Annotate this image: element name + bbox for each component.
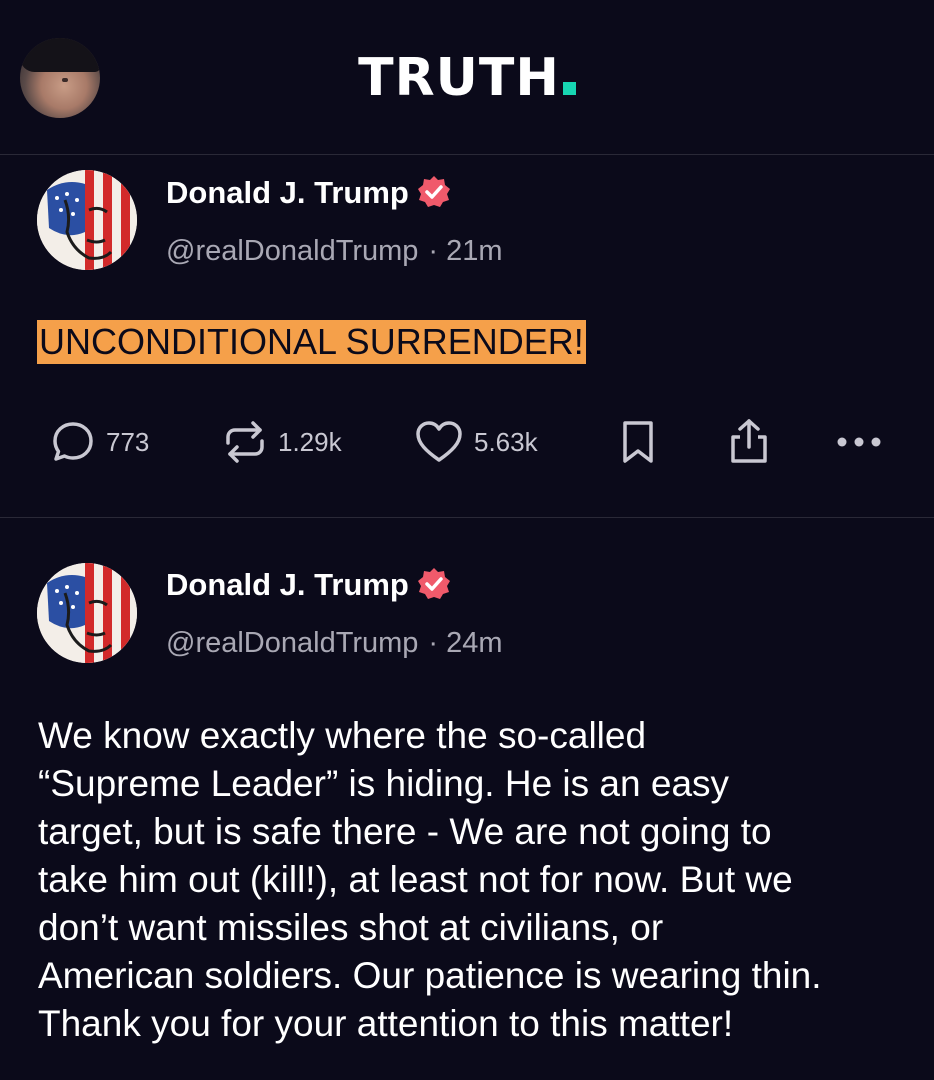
post-meta: @realDonaldTrump · 21m xyxy=(166,234,503,268)
retruth-icon xyxy=(226,421,264,463)
share-icon xyxy=(731,419,767,463)
author-name-text: Donald J. Trump xyxy=(166,567,409,602)
verified-badge-icon xyxy=(417,567,450,599)
author-handle[interactable]: @realDonaldTrump xyxy=(166,235,418,267)
truth-logo[interactable]: TRUTH xyxy=(0,48,934,108)
author-name-text: Donald J. Trump xyxy=(166,175,409,210)
flag-portrait-icon xyxy=(37,563,137,663)
post-time[interactable]: 24m xyxy=(446,627,502,659)
share-button[interactable] xyxy=(724,417,774,467)
post-body: We know exactly where the so-called “Sup… xyxy=(38,712,908,1048)
reply-count: 773 xyxy=(106,427,150,457)
reply-icon xyxy=(53,422,93,461)
author-avatar[interactable] xyxy=(37,563,137,663)
bookmark-button[interactable] xyxy=(618,417,658,467)
top-header: TRUTH xyxy=(0,0,934,155)
more-icon xyxy=(837,437,881,447)
like-count: 5.63k xyxy=(474,427,538,457)
verified-badge-icon xyxy=(417,175,450,207)
logo-dot xyxy=(562,82,576,95)
flag-portrait-icon xyxy=(37,170,137,270)
meta-separator: · xyxy=(428,627,439,659)
retruth-count: 1.29k xyxy=(278,427,342,457)
like-icon xyxy=(416,421,462,462)
post-time[interactable]: 21m xyxy=(446,235,502,267)
post-actions: 773 1.29k 5.63k xyxy=(0,417,934,467)
post-card[interactable]: Donald J. Trump @realDonaldTrump · 21m UNC… xyxy=(0,155,934,518)
author-handle[interactable]: @realDonaldTrump xyxy=(166,627,418,659)
post-text-line: don’t want missiles shot at civilians, o… xyxy=(38,907,664,948)
post-text-line: We know exactly where the so-called xyxy=(38,715,647,756)
like-button[interactable]: 5.63k xyxy=(414,417,538,467)
truth-social-feed: TRUTH Donald J. Trump @realDonaldTrump · 2… xyxy=(0,0,934,1080)
logo-text: TRUTH xyxy=(358,48,560,108)
post-text-line: target, but is safe there - We are not g… xyxy=(38,811,772,852)
bookmark-icon xyxy=(623,421,653,463)
post-text-line: American soldiers. Our patience is weari… xyxy=(38,955,822,996)
post-text-line: “Supreme Leader” is hiding. He is an eas… xyxy=(38,763,730,804)
more-options-button[interactable] xyxy=(834,417,884,467)
reply-button[interactable]: 773 xyxy=(50,417,149,467)
author-name[interactable]: Donald J. Trump xyxy=(166,175,451,211)
retruth-button[interactable]: 1.29k xyxy=(222,417,342,467)
meta-separator: · xyxy=(428,235,439,267)
post-text: UNCONDITIONAL SURRENDER! xyxy=(37,320,586,364)
post-text-line: Thank you for your attention to this mat… xyxy=(38,1003,734,1044)
author-name[interactable]: Donald J. Trump xyxy=(166,567,451,603)
author-avatar[interactable] xyxy=(37,170,137,270)
post-card[interactable]: Donald J. Trump @realDonaldTrump · 24m We … xyxy=(0,518,934,1080)
post-text-line: take him out (kill!), at least not for n… xyxy=(38,859,793,900)
post-meta: @realDonaldTrump · 24m xyxy=(166,626,503,660)
